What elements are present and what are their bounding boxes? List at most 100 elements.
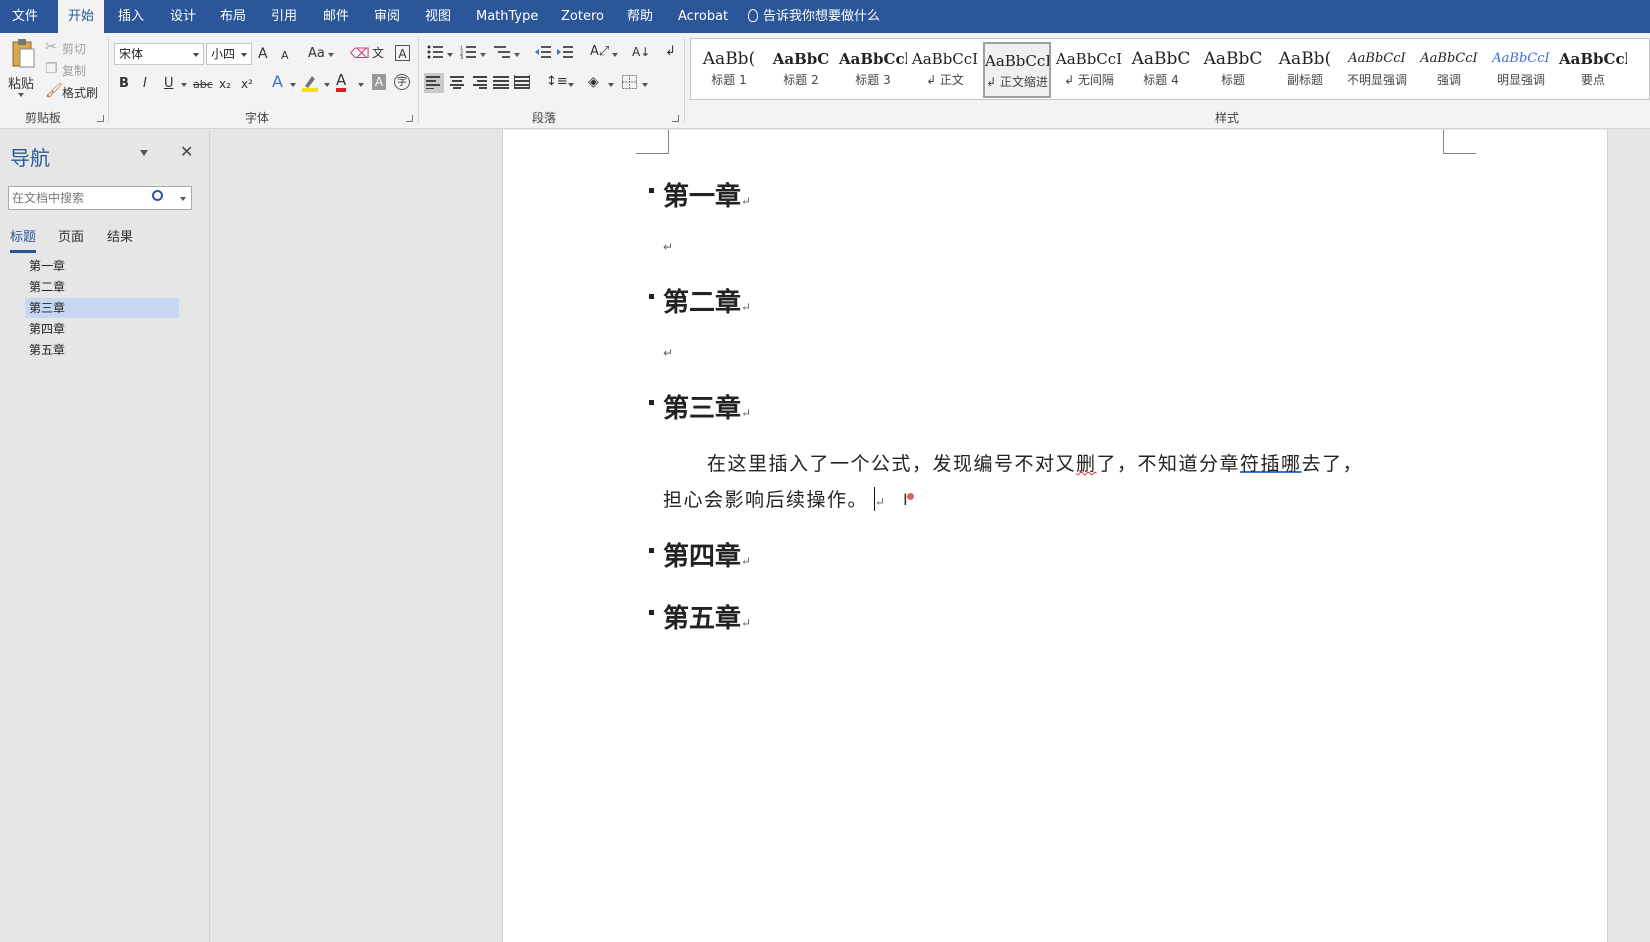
subscript-button[interactable]: x₂ [219,76,231,92]
style-item[interactable]: Aa [1631,42,1649,98]
nav-heading-item[interactable]: 第五章 [25,340,179,360]
character-shading-icon[interactable]: A [372,74,386,90]
increase-indent-icon[interactable] [557,45,573,63]
nav-tab-results[interactable]: 结果 [107,226,133,245]
font-color-icon[interactable]: A [336,73,347,92]
paste-dropdown-icon[interactable] [18,93,24,97]
style-item[interactable]: AaBbCcI ↲ 无间隔 [1055,42,1123,98]
change-case-dropdown-icon[interactable] [328,53,334,57]
multilevel-list-icon[interactable] [494,45,510,63]
change-case-icon[interactable]: Aa [308,46,325,62]
align-left-icon[interactable] [424,73,444,93]
nav-options-chevron-icon[interactable] [140,150,148,156]
tab-mathtype[interactable]: MathType [476,0,538,33]
underline-button[interactable]: U [164,76,174,92]
empty-paragraph[interactable]: ↵ [663,346,673,360]
line-spacing-icon[interactable]: ↕≡ [546,74,568,90]
style-item[interactable]: AaBb(副标题 [1271,42,1339,98]
underline-dropdown-icon[interactable] [181,83,187,87]
text-effects-icon[interactable]: A [272,74,283,90]
tab-home[interactable]: 开始 [58,0,105,33]
style-item[interactable]: AaBb(标题 1 [695,42,763,98]
body-paragraph-line-1[interactable]: 在这里插入了一个公式，发现编号不对又删了，不知道分章符插哪去了， [707,449,1363,476]
nav-heading-item[interactable]: 第四章 [25,319,179,339]
paragraph-launcher-icon[interactable] [672,115,679,122]
nav-tab-pages[interactable]: 页面 [58,226,84,245]
font-color-dropdown-icon[interactable] [358,83,364,87]
grammar-flag-text[interactable]: 符插哪 [1240,453,1302,475]
distributed-icon[interactable] [514,75,530,93]
style-item[interactable]: AaBbCcI ↲ 正文 [911,42,979,98]
decrease-indent-icon[interactable] [535,45,551,63]
heading-chapter-3[interactable]: 第三章↵ [649,388,751,425]
line-spacing-dropdown-icon[interactable] [568,83,574,87]
shading-dropdown-icon[interactable] [608,83,614,87]
nav-heading-item[interactable]: 第二章 [25,277,179,297]
nav-heading-item[interactable]: 第一章 [25,256,179,276]
borders-icon[interactable] [622,75,637,93]
align-center-icon[interactable] [449,75,465,93]
style-item[interactable]: AaBbCcI 不明显强调 [1343,42,1411,98]
align-right-icon[interactable] [471,75,487,93]
clipboard-launcher-icon[interactable] [97,115,104,122]
font-launcher-icon[interactable] [406,115,413,122]
clear-formatting-icon[interactable]: ⌫ [350,46,370,62]
style-item[interactable]: AaBbC 标题 4 [1127,42,1195,98]
tab-mailings[interactable]: 邮件 [323,0,349,33]
tab-insert[interactable]: 插入 [118,0,144,33]
sort-icon[interactable]: A↓ [632,44,650,60]
bullets-icon[interactable] [427,45,443,63]
numbering-icon[interactable]: 123 [460,45,476,63]
empty-paragraph[interactable]: ↵ [663,240,673,254]
style-item[interactable]: AaBbCcI 明显强调 [1487,42,1555,98]
format-painter-button[interactable]: 格式刷 [62,84,98,101]
nav-tab-headings[interactable]: 标题 [10,226,37,253]
style-item[interactable]: AaBbCcI 强调 [1415,42,1483,98]
style-item[interactable]: AaBbC 标题 2 [767,42,835,98]
shrink-font-icon[interactable]: A [281,48,289,64]
close-icon[interactable]: ✕ [180,142,193,161]
tab-review[interactable]: 审阅 [374,0,400,33]
nav-heading-item-selected[interactable]: 第三章 [25,298,179,318]
copy-button[interactable]: 复制 [62,62,86,79]
heading-chapter-5[interactable]: 第五章↵ [649,598,751,635]
highlight-dropdown-icon[interactable] [324,83,330,87]
strikethrough-button[interactable]: abc [193,77,213,93]
chinese-layout-icon[interactable]: A⤢ [590,44,609,60]
style-item[interactable]: AaBbC 标题 [1199,42,1267,98]
numbering-dropdown-icon[interactable] [480,53,486,57]
font-size-select[interactable]: 小四 [206,43,252,65]
document-page[interactable]: 第一章↵ ↵ 第二章↵ ↵ 第三章↵ 在这里插入了一个公式，发现编号不对又删了，… [502,130,1608,942]
justify-icon[interactable] [493,75,509,93]
tab-references[interactable]: 引用 [271,0,297,33]
grow-font-icon[interactable]: A [258,46,268,62]
tab-help[interactable]: 帮助 [627,0,653,33]
style-item[interactable]: AaBbCcl 标题 3 [839,42,907,98]
tab-design[interactable]: 设计 [170,0,196,33]
search-icon[interactable] [152,190,163,201]
highlight-icon[interactable] [302,74,318,96]
style-item[interactable]: AaBbCcI ↲ 正文缩进 [983,42,1051,98]
heading-chapter-4[interactable]: 第四章↵ [649,536,751,573]
show-marks-icon[interactable]: ↲ [665,44,676,60]
heading-chapter-1[interactable]: 第一章↵ [649,176,751,213]
nav-search-input[interactable]: 在文档中搜索 [8,186,192,210]
font-family-select[interactable]: 宋体 [114,43,204,65]
text-effects-dropdown-icon[interactable] [290,83,296,87]
chinese-layout-dropdown-icon[interactable] [612,53,618,57]
tab-acrobat[interactable]: Acrobat [678,0,728,33]
tab-view[interactable]: 视图 [425,0,451,33]
bold-button[interactable]: B [119,76,129,92]
italic-button[interactable]: I [143,76,147,92]
multilevel-list-dropdown-icon[interactable] [514,53,520,57]
superscript-button[interactable]: x² [241,76,253,92]
paste-icon[interactable] [10,39,36,69]
search-options-chevron-icon[interactable] [180,197,186,201]
shading-icon[interactable]: ◈ [588,74,599,90]
enclose-character-icon[interactable]: 字 [394,74,410,90]
tell-me-box[interactable]: 告诉我你想要做什么 [748,0,880,33]
borders-dropdown-icon[interactable] [642,83,648,87]
character-border-icon[interactable]: A [395,45,410,61]
tab-layout[interactable]: 布局 [220,0,246,33]
bullets-dropdown-icon[interactable] [447,53,453,57]
